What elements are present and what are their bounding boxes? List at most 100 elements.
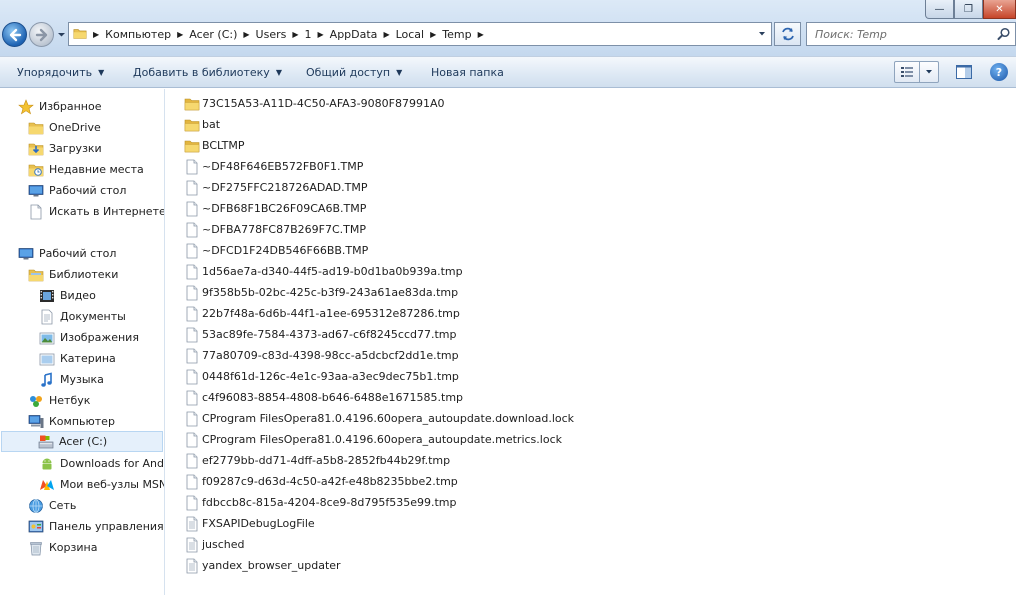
file-item[interactable]: ~DFB68F1BC26F09CA6B.TMP [184,198,366,219]
breadcrumb-separator[interactable]: ▶ [430,30,436,39]
file-item[interactable]: ~DFCD1F24DB546F66BB.TMP [184,240,368,261]
breadcrumb-user[interactable]: 1 [305,28,312,41]
nav-item-label: Панель управления [49,520,164,533]
search-icon[interactable] [997,27,1011,41]
nav-item-libraries[interactable]: Библиотеки [28,264,164,285]
file-item[interactable]: CProgram FilesOpera81.0.4196.60opera_aut… [184,429,562,450]
nav-item-label: Нетбук [49,394,91,407]
nav-item-video[interactable]: Видео [39,285,164,306]
title-bar: — ❐ ✕ ▶ Компьютер ▶ Acer (C:) ▶ Users ▶ … [0,0,1016,56]
nav-item-desktop[interactable]: Рабочий стол [18,243,164,264]
nav-item-downloads[interactable]: Загрузки [28,138,164,159]
nav-item-label: Корзина [49,541,98,554]
file-item[interactable]: FXSAPIDebugLogFile [184,513,315,534]
file-item[interactable]: yandex_browser_updater [184,555,341,576]
breadcrumb-users[interactable]: Users [256,28,287,41]
breadcrumb-separator[interactable]: ▶ [93,30,99,39]
close-button[interactable]: ✕ [983,0,1016,19]
file-name: yandex_browser_updater [202,559,341,572]
file-item[interactable]: 77a80709-c83d-4398-98cc-a5dcbcf2dd1e.tmp [184,345,459,366]
nav-item-web-search[interactable]: Искать в Интернете [28,201,165,222]
address-history-dropdown[interactable] [755,23,769,45]
breadcrumb-separator[interactable]: ▶ [383,30,389,39]
file-item[interactable]: ~DF48F646EB572FB0F1.TMP [184,156,363,177]
breadcrumb-appdata[interactable]: AppData [330,28,378,41]
preview-pane-button[interactable] [955,63,973,81]
breadcrumb-separator[interactable]: ▶ [292,30,298,39]
nav-item-msn-sites[interactable]: Мои веб-узлы MSN [39,474,164,495]
refresh-button[interactable] [774,22,801,46]
file-name: ~DFBA778FC87B269F7C.TMP [202,223,366,236]
nav-item-android-downloads[interactable]: Downloads for Android [39,453,164,474]
nav-item-pictures[interactable]: Изображения [39,327,164,348]
file-item[interactable]: 9f358b5b-02bc-425c-b3f9-243a61ae83da.tmp [184,282,458,303]
breadcrumb-computer[interactable]: Компьютер [105,28,171,41]
breadcrumb-separator[interactable]: ▶ [243,30,249,39]
address-bar[interactable]: ▶ Компьютер ▶ Acer (C:) ▶ Users ▶ 1 ▶ Ap… [68,22,772,46]
breadcrumb-separator[interactable]: ▶ [177,30,183,39]
add-to-library-button[interactable]: Добавить в библиотеку ▼ [133,57,282,87]
file-item[interactable]: fdbccb8c-815a-4204-8ce9-8d795f535e99.tmp [184,492,457,513]
nav-item-computer[interactable]: Компьютер [28,411,164,432]
folder-item[interactable]: BCLTMP [184,135,245,156]
folder-item[interactable]: bat [184,114,220,135]
navigation-pane[interactable]: Избранное OneDrive Загрузки Недавние мес… [0,89,165,595]
nav-item-netbook[interactable]: Нетбук [28,390,164,411]
breadcrumb-separator[interactable]: ▶ [318,30,324,39]
chevron-down-icon: ▼ [396,67,403,77]
file-item[interactable]: ~DF275FFC218726ADAD.TMP [184,177,367,198]
breadcrumb-local[interactable]: Local [396,28,425,41]
file-item[interactable]: f09287c9-d63d-4c50-a42f-e48b8235bbe2.tmp [184,471,458,492]
file-item[interactable]: 0448f61d-126c-4e1c-93aa-a3ec9dec75b1.tmp [184,366,459,387]
file-item[interactable]: CProgram FilesOpera81.0.4196.60opera_aut… [184,408,574,429]
nav-item-drive-c[interactable]: Acer (C:) [1,431,163,452]
nav-item-user-library[interactable]: Катерина [39,348,164,369]
file-item[interactable]: 22b7f48a-6d6b-44f1-a1ee-695312e87286.tmp [184,303,460,324]
nav-item-label: OneDrive [49,121,101,134]
file-name: jusched [202,538,245,551]
nav-item-music[interactable]: Музыка [39,369,164,390]
file-list[interactable]: 73C15A53-A11D-4C50-AFA3-9080F87991A0 bat B… [166,89,1016,595]
forward-button[interactable] [29,22,54,47]
folder-item[interactable]: 73C15A53-A11D-4C50-AFA3-9080F87991A0 [184,93,444,114]
file-item[interactable]: ef2779bb-dd71-4dff-a5b8-2852fb44b29f.tmp [184,450,450,471]
nav-item-documents[interactable]: Документы [39,306,164,327]
nav-item-favorites[interactable]: Избранное [18,96,164,117]
nav-item-label: Загрузки [49,142,102,155]
file-item[interactable]: 53ac89fe-7584-4373-ad67-c6f8245ccd77.tmp [184,324,457,345]
nav-item-recent-places[interactable]: Недавние места [28,159,164,180]
nav-item-network[interactable]: Сеть [28,495,164,516]
file-item[interactable]: 1d56ae7a-d340-44f5-ad19-b0d1ba0b939a.tmp [184,261,463,282]
organize-button[interactable]: Упорядочить ▼ [17,57,104,87]
help-button[interactable]: ? [990,63,1008,81]
share-button[interactable]: Общий доступ ▼ [306,57,402,87]
recent-pages-button[interactable] [57,30,66,39]
file-icon [184,411,200,427]
folder-icon [184,96,200,112]
file-item[interactable]: jusched [184,534,245,555]
file-name: CProgram FilesOpera81.0.4196.60opera_aut… [202,433,562,446]
command-bar: Упорядочить ▼ Добавить в библиотеку ▼ Общи… [0,56,1016,88]
file-name: FXSAPIDebugLogFile [202,517,315,530]
libraries-icon [28,267,44,283]
change-view-button[interactable] [894,61,920,83]
share-label: Общий доступ [306,65,391,79]
minimize-button[interactable]: — [925,0,954,19]
nav-item-label: Искать в Интернете [49,205,165,218]
new-folder-button[interactable]: Новая папка [431,57,504,87]
breadcrumb-drive[interactable]: Acer (C:) [189,28,237,41]
file-item[interactable]: c4f96083-8854-4808-b646-6488e1671585.tmp [184,387,463,408]
back-button[interactable] [2,22,27,47]
breadcrumb-separator[interactable]: ▶ [478,30,484,39]
view-options-dropdown[interactable] [920,61,939,83]
maximize-button[interactable]: ❐ [954,0,983,19]
search-input[interactable] [815,27,985,41]
search-box[interactable] [806,22,1016,46]
file-icon [184,264,200,280]
nav-item-onedrive[interactable]: OneDrive [28,117,164,138]
nav-item-recycle-bin[interactable]: Корзина [28,537,164,558]
nav-item-control-panel[interactable]: Панель управления [28,516,164,537]
breadcrumb-temp[interactable]: Temp [442,28,471,41]
nav-item-desktop-favorite[interactable]: Рабочий стол [28,180,164,201]
file-item[interactable]: ~DFBA778FC87B269F7C.TMP [184,219,366,240]
